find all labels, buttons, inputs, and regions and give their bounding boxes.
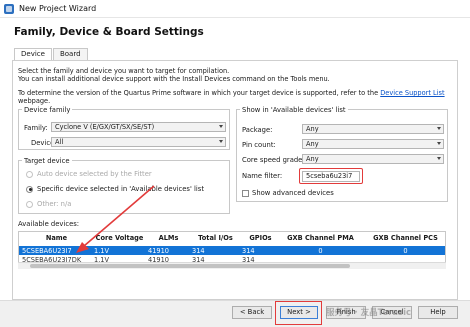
name-filter-annotation: [299, 168, 363, 184]
column-header[interactable]: Total I/Os: [189, 234, 239, 242]
tab-board[interactable]: Board: [52, 48, 88, 60]
available-devices-label: Available devices:: [18, 220, 80, 228]
intro-line-3: To determine the version of the Quartus …: [18, 89, 458, 105]
table-row-selected[interactable]: 5CSEBA6U23I7 1.1V 41910 314 314 0 0: [19, 246, 445, 255]
intro-line-1: Select the family and device you want to…: [18, 67, 230, 75]
table-cell: 314: [192, 246, 205, 255]
radio-icon: [26, 200, 33, 208]
pin-count-label: Pin count:: [242, 141, 276, 149]
device-family-group-label: Device family: [22, 106, 73, 114]
column-header[interactable]: ALMs: [145, 234, 189, 242]
column-header[interactable]: GXB Channel PMA: [279, 234, 359, 242]
column-header[interactable]: Name: [19, 234, 91, 242]
chevron-down-icon: [437, 142, 441, 145]
wizard-header: Family, Device & Board Settings: [0, 18, 470, 46]
family-select[interactable]: Cyclone V (E/GX/GT/SX/SE/ST): [51, 122, 226, 132]
show-in-list-group-label: Show in 'Available devices' list: [240, 106, 348, 114]
package-select[interactable]: Any: [302, 124, 444, 134]
speed-grade-label: Core speed grade:: [242, 156, 305, 164]
column-header[interactable]: GPIOs: [239, 234, 279, 242]
radio-other-device-label: Other: n/a: [37, 200, 72, 208]
next-button-annotation: [275, 301, 322, 325]
table-horizontal-scrollbar[interactable]: [18, 262, 446, 269]
table-cell: 1.1V: [94, 246, 109, 255]
app-icon: [4, 3, 14, 14]
radio-specific-device[interactable]: Specific device selected in 'Available d…: [26, 185, 204, 193]
intro-text: Select the family and device you want to…: [18, 67, 448, 83]
show-advanced-checkbox[interactable]: Show advanced devices: [242, 189, 334, 197]
radio-other-device[interactable]: Other: n/a: [26, 200, 71, 208]
table-cell: 314: [242, 246, 255, 255]
window-title: New Project Wizard: [19, 4, 97, 13]
back-button[interactable]: < Back: [232, 306, 272, 319]
radio-specific-device-label: Specific device selected in 'Available d…: [37, 185, 204, 193]
chevron-down-icon: [219, 125, 223, 128]
intro-line-2: You can install additional device suppor…: [18, 75, 330, 83]
tab-device[interactable]: Device: [14, 48, 52, 60]
chevron-down-icon: [437, 157, 441, 160]
speed-grade-select-value: Any: [306, 155, 319, 163]
chevron-down-icon: [219, 140, 223, 143]
device-support-list-link[interactable]: Device Support List: [380, 89, 444, 97]
device-select[interactable]: All: [51, 137, 226, 147]
checkbox-icon: [242, 189, 249, 197]
device-select-value: All: [55, 138, 64, 146]
column-header[interactable]: GXB Channel PCS: [359, 234, 445, 242]
show-advanced-label: Show advanced devices: [252, 189, 334, 197]
chevron-down-icon: [437, 127, 441, 130]
intro-line-3-suffix: webpage.: [18, 97, 51, 105]
table-cell: 0: [318, 246, 323, 255]
scrollbar-thumb[interactable]: [30, 264, 350, 268]
radio-icon: [26, 170, 33, 178]
table-cell: 41910: [148, 246, 169, 255]
radio-auto-device[interactable]: Auto device selected by the Fitter: [26, 170, 152, 178]
help-button[interactable]: Help: [418, 306, 458, 319]
package-label: Package:: [242, 126, 273, 134]
pin-count-select-value: Any: [306, 140, 319, 148]
pin-count-select[interactable]: Any: [302, 139, 444, 149]
table-cell: 5CSEBA6U23I7: [22, 246, 72, 255]
name-filter-label: Name filter:: [242, 172, 283, 180]
family-label: Family:: [24, 124, 48, 132]
page-title: Family, Device & Board Settings: [14, 26, 204, 38]
table-cell: 0: [403, 246, 408, 255]
title-bar: New Project Wizard: [0, 0, 470, 18]
watermark: 服务号 · 友晶Terasic: [326, 308, 412, 318]
package-select-value: Any: [306, 125, 319, 133]
speed-grade-select[interactable]: Any: [302, 154, 444, 164]
intro-line-3-prefix: To determine the version of the Quartus …: [18, 89, 381, 97]
column-header[interactable]: Core Voltage: [91, 234, 145, 242]
target-device-group-label: Target device: [22, 157, 72, 165]
table-header: Name Core Voltage ALMs Total I/Os GPIOs …: [19, 232, 445, 244]
radio-selected-icon: [26, 185, 33, 193]
radio-auto-device-label: Auto device selected by the Fitter: [37, 170, 152, 178]
tab-strip: Device Board: [14, 48, 89, 60]
family-select-value: Cyclone V (E/GX/GT/SX/SE/ST): [55, 123, 155, 131]
